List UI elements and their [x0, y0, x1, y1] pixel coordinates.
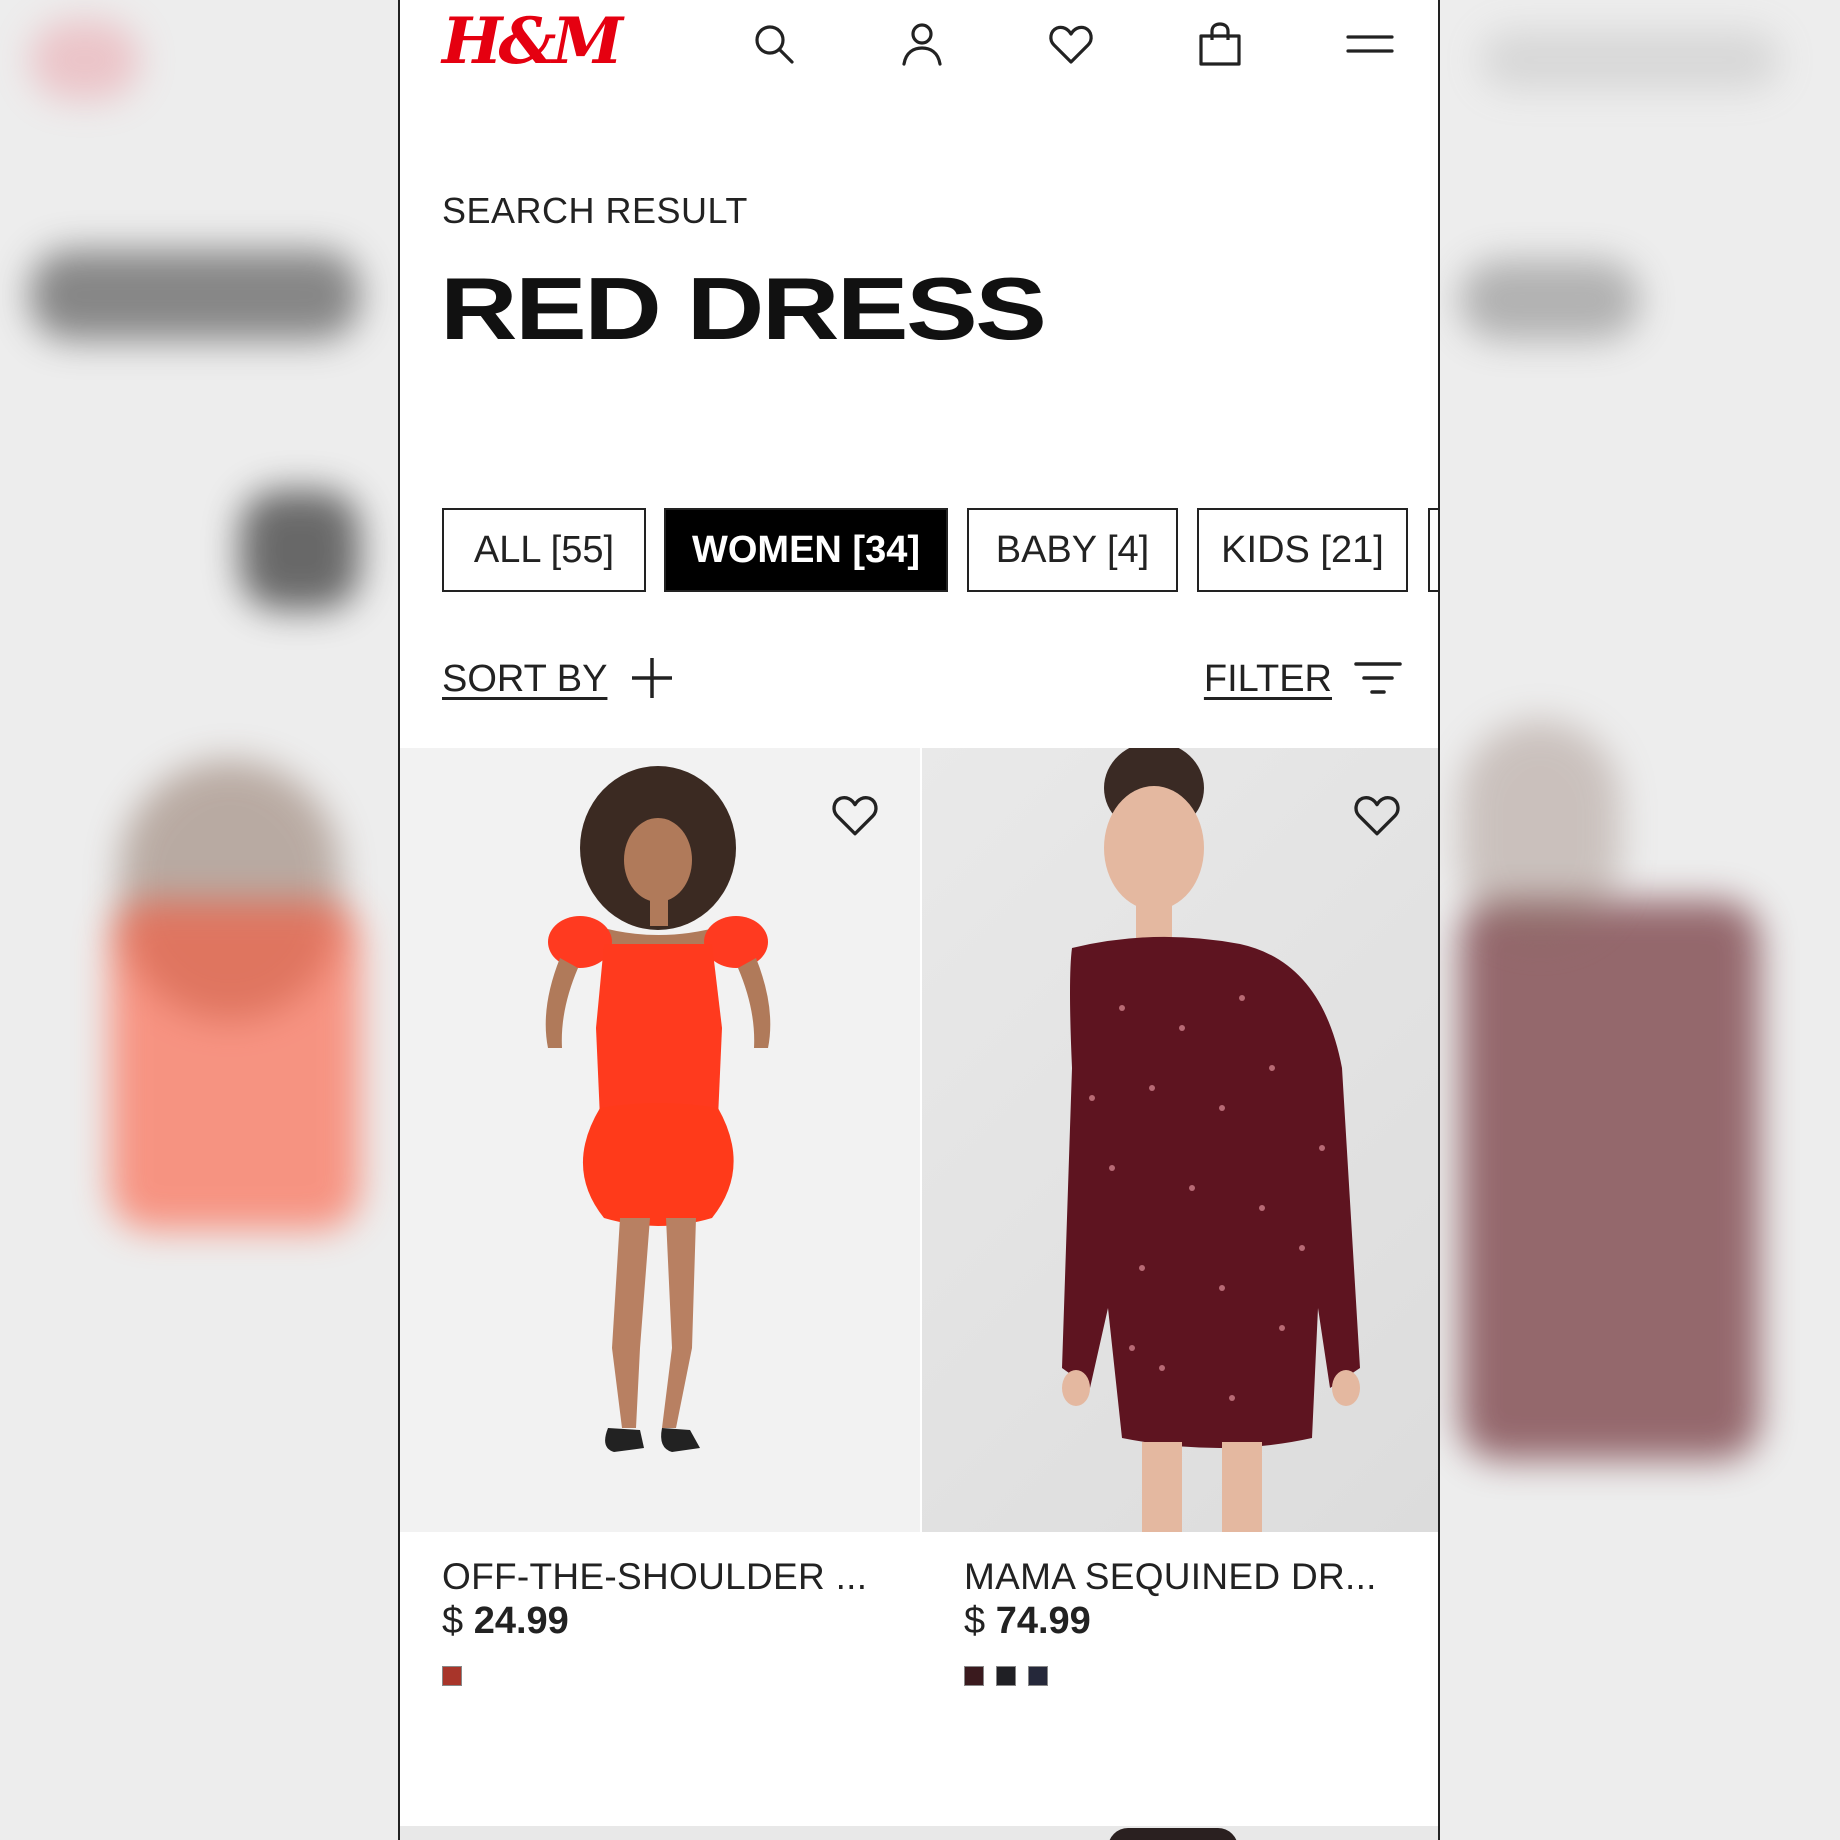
filter-button[interactable]: FILTER	[1204, 658, 1332, 701]
filter-icon[interactable]	[1354, 658, 1402, 698]
price-currency: $	[964, 1600, 996, 1642]
product-name[interactable]: OFF-THE-SHOULDER ...	[442, 1556, 867, 1598]
color-swatch[interactable]	[996, 1666, 1016, 1686]
shopping-bag-icon[interactable]	[1190, 14, 1250, 74]
next-product-row-preview	[400, 1826, 1438, 1840]
top-navigation-bar: H&M	[400, 0, 1438, 100]
account-icon[interactable]	[892, 14, 952, 74]
color-swatch[interactable]	[442, 1666, 462, 1686]
color-swatches	[964, 1666, 1048, 1686]
sort-filter-row: SORT BY FILTER	[442, 650, 1402, 710]
favorite-heart-icon[interactable]	[1352, 790, 1402, 840]
menu-icon[interactable]	[1340, 14, 1400, 74]
hm-logo[interactable]: H&M	[442, 2, 623, 82]
tab-women[interactable]: WOMEN [34]	[664, 508, 948, 592]
price-value: 74.99	[995, 1600, 1091, 1642]
plus-icon[interactable]	[628, 654, 676, 702]
color-swatches	[442, 1666, 462, 1686]
tab-all[interactable]: ALL [55]	[442, 508, 646, 592]
color-swatch[interactable]	[964, 1666, 984, 1686]
favorite-heart-icon[interactable]	[830, 790, 880, 840]
product-card[interactable]: MAMA SEQUINED DR... $ 74.99	[922, 748, 1438, 1840]
phone-screen: H&M SEARCH RESULT RED DRESS ALL [55] WOM…	[398, 0, 1440, 1840]
color-swatch[interactable]	[1028, 1666, 1048, 1686]
search-result-subtitle: SEARCH RESULT	[442, 190, 748, 231]
category-tabs: ALL [55] WOMEN [34] BABY [4] KIDS [21]	[442, 508, 1438, 594]
product-image[interactable]	[922, 748, 1438, 1532]
search-icon[interactable]	[744, 14, 804, 74]
product-name[interactable]: MAMA SEQUINED DR...	[964, 1556, 1377, 1598]
product-price: $ 74.99	[964, 1600, 1091, 1643]
price-value: 24.99	[473, 1600, 569, 1642]
page-title: RED DRESS	[440, 259, 1047, 358]
next-product-image-preview	[1108, 1828, 1238, 1840]
sort-by-button[interactable]: SORT BY	[442, 658, 607, 701]
price-currency: $	[442, 1600, 474, 1642]
tab-kids[interactable]: KIDS [21]	[1197, 508, 1408, 592]
tab-next-partial[interactable]	[1428, 508, 1438, 592]
tab-baby[interactable]: BABY [4]	[967, 508, 1178, 592]
heart-icon[interactable]	[1041, 14, 1101, 74]
product-card[interactable]: OFF-THE-SHOULDER ... $ 24.99	[400, 748, 920, 1840]
product-price: $ 24.99	[442, 1600, 569, 1643]
product-image[interactable]	[400, 748, 920, 1532]
